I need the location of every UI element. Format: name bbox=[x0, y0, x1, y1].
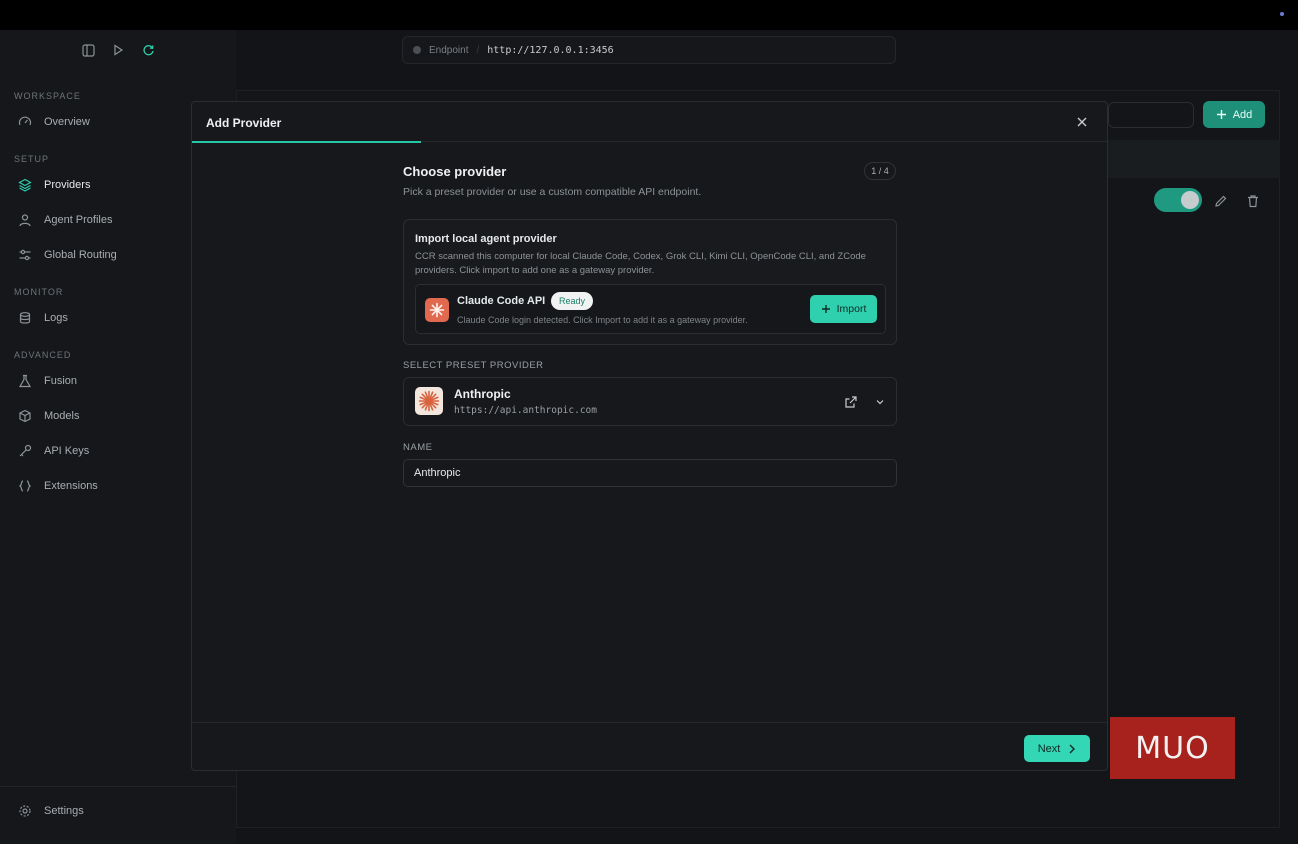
detected-provider-description: Claude Code login detected. Click Import… bbox=[457, 315, 748, 325]
gauge-icon bbox=[18, 116, 32, 126]
sidebar-item-label: Extensions bbox=[44, 480, 98, 492]
table-header-row bbox=[1108, 140, 1280, 178]
name-field-label: NAME bbox=[403, 442, 433, 453]
plus-icon bbox=[1216, 110, 1226, 119]
dialog-footer: Next bbox=[192, 722, 1107, 771]
sidebar-item-label: Global Routing bbox=[44, 249, 117, 261]
external-link-icon[interactable] bbox=[844, 395, 858, 409]
add-button-label: Add bbox=[1232, 108, 1253, 121]
sidebar-item-settings[interactable]: Settings bbox=[14, 797, 214, 825]
endpoint-status-dot bbox=[413, 46, 421, 54]
add-provider-dialog: Add Provider Choose provider Pick a pres… bbox=[191, 101, 1108, 771]
sidebar-item-overview[interactable]: Overview bbox=[14, 108, 214, 136]
sidebar-item-label: Fusion bbox=[44, 375, 78, 387]
section-setup: SETUP bbox=[14, 154, 50, 164]
step-subtitle: Pick a preset provider or use a custom c… bbox=[403, 186, 702, 198]
endpoint-url[interactable]: http://127.0.0.1:3456 bbox=[487, 45, 613, 56]
sidebar-item-label: Settings bbox=[44, 805, 84, 817]
detected-provider-item: Claude Code API Ready Claude Code login … bbox=[415, 284, 886, 334]
layers-icon bbox=[18, 178, 32, 192]
sidebar-item-api-keys[interactable]: API Keys bbox=[14, 437, 214, 465]
database-icon bbox=[19, 312, 31, 324]
muo-watermark-logo: MUO bbox=[1110, 717, 1235, 779]
import-button[interactable]: Import bbox=[810, 295, 877, 323]
endpoint-bar: Endpoint / http://127.0.0.1:3456 bbox=[402, 36, 896, 64]
preset-provider-select[interactable]: Anthropic https://api.anthropic.com bbox=[403, 377, 897, 426]
watermark-text: MUO bbox=[1135, 730, 1210, 766]
sidebar-item-label: Agent Profiles bbox=[44, 214, 113, 226]
sidebar-footer: Settings bbox=[0, 786, 236, 817]
sidebar-item-label: API Keys bbox=[44, 445, 90, 457]
toggle-knob bbox=[1181, 191, 1199, 209]
sidebar-item-label: Logs bbox=[44, 312, 68, 324]
sidebar-item-extensions[interactable]: Extensions bbox=[14, 472, 214, 500]
sidebar-item-label: Providers bbox=[44, 179, 91, 191]
cube-icon bbox=[19, 409, 31, 423]
import-button-label: Import bbox=[836, 303, 867, 315]
sidebar-item-label: Models bbox=[44, 410, 80, 422]
section-monitor: MONITOR bbox=[14, 287, 64, 297]
play-icon[interactable] bbox=[110, 42, 126, 58]
step-progress-bar bbox=[192, 141, 421, 143]
status-dot bbox=[1280, 12, 1284, 16]
import-card-description: CCR scanned this computer for local Clau… bbox=[415, 251, 866, 276]
chevron-down-icon[interactable] bbox=[874, 396, 886, 408]
sidebar-item-fusion[interactable]: Fusion bbox=[14, 367, 214, 395]
dialog-header: Add Provider bbox=[192, 102, 1107, 142]
add-provider-button[interactable]: Add bbox=[1203, 101, 1265, 128]
provider-search-input[interactable] bbox=[1108, 102, 1194, 128]
sidebar-item-providers[interactable]: Providers bbox=[14, 171, 214, 199]
sidebar-toolbar bbox=[80, 42, 156, 58]
provider-name-input[interactable] bbox=[403, 459, 897, 487]
dialog-title: Add Provider bbox=[206, 116, 282, 130]
sidebar-item-global-routing[interactable]: Global Routing bbox=[14, 241, 214, 269]
chevron-right-icon bbox=[1069, 744, 1076, 753]
sidebar-item-agent-profiles[interactable]: Agent Profiles bbox=[14, 206, 214, 234]
claude-logo-icon bbox=[425, 298, 449, 322]
flask-icon bbox=[18, 374, 32, 388]
endpoint-separator: / bbox=[476, 44, 480, 56]
refresh-icon[interactable] bbox=[140, 42, 156, 58]
edit-icon[interactable] bbox=[1214, 194, 1228, 208]
endpoint-label: Endpoint bbox=[429, 44, 469, 56]
trash-icon[interactable] bbox=[1246, 194, 1260, 208]
sidebar-item-logs[interactable]: Logs bbox=[14, 304, 214, 332]
anthropic-logo-icon bbox=[415, 387, 443, 415]
preset-provider-name: Anthropic bbox=[454, 387, 511, 401]
status-badge: Ready bbox=[551, 292, 594, 310]
window-title-bar bbox=[0, 0, 1298, 30]
next-button-label: Next bbox=[1037, 742, 1061, 755]
sliders-icon bbox=[19, 249, 31, 261]
key-icon bbox=[19, 444, 32, 457]
detected-provider-name: Claude Code API bbox=[457, 295, 546, 307]
plus-icon bbox=[821, 305, 830, 313]
section-advanced: ADVANCED bbox=[14, 350, 72, 360]
section-workspace: WORKSPACE bbox=[14, 91, 81, 101]
next-button[interactable]: Next bbox=[1024, 735, 1090, 762]
provider-enabled-toggle[interactable] bbox=[1154, 188, 1202, 212]
step-title: Choose provider bbox=[403, 164, 507, 179]
gear-icon bbox=[19, 805, 31, 817]
sidebar-item-models[interactable]: Models bbox=[14, 402, 214, 430]
braces-icon bbox=[18, 480, 32, 492]
import-local-provider-card: Import local agent provider CCR scanned … bbox=[403, 219, 897, 345]
import-card-title: Import local agent provider bbox=[415, 233, 557, 245]
close-icon[interactable] bbox=[1075, 115, 1089, 129]
user-icon bbox=[19, 214, 31, 227]
panel-toggle-icon[interactable] bbox=[80, 42, 96, 58]
sidebar-item-label: Overview bbox=[44, 116, 90, 128]
preset-provider-url: https://api.anthropic.com bbox=[454, 405, 597, 416]
preset-provider-label: SELECT PRESET PROVIDER bbox=[403, 360, 544, 371]
step-counter-badge: 1 / 4 bbox=[864, 162, 896, 180]
